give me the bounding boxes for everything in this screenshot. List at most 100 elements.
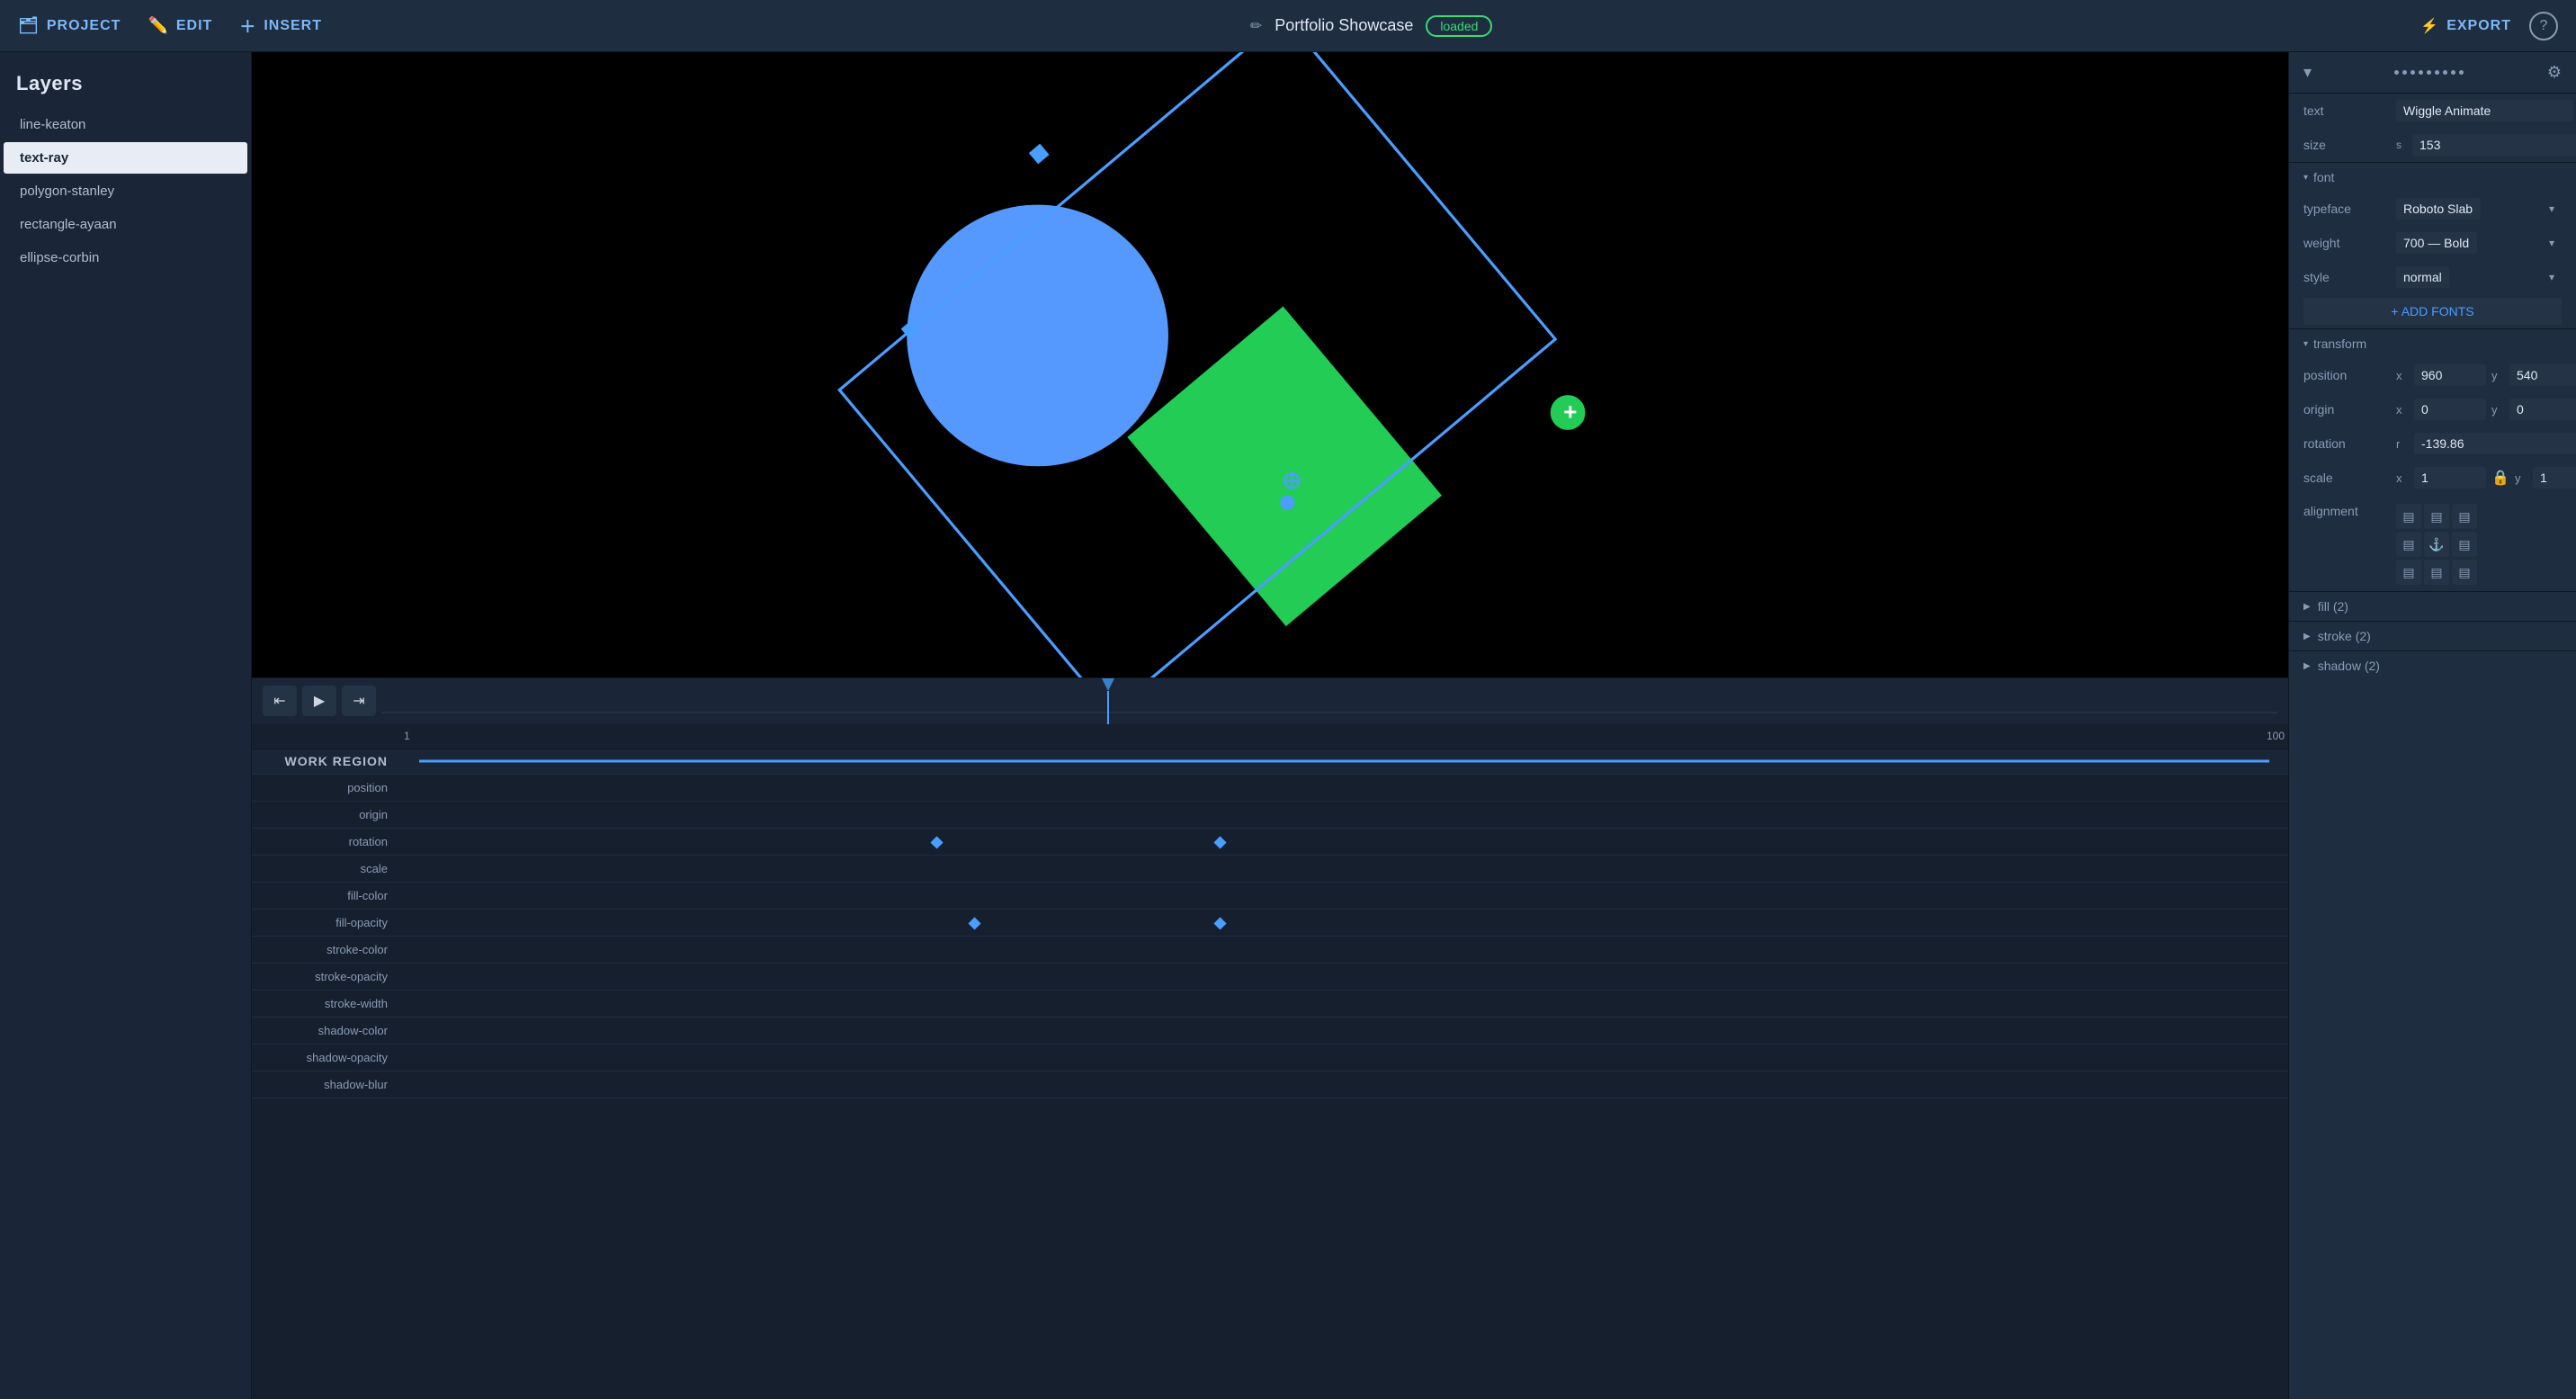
scale-y-input[interactable] [2533, 467, 2576, 489]
canvas-viewport[interactable]: + [252, 52, 2288, 677]
lock-icon[interactable]: 🔒 [2491, 469, 2509, 487]
align-mc-button[interactable]: ⚓ [2424, 532, 2449, 557]
origin-label: origin [2303, 402, 2389, 417]
tl-track-shadow-color[interactable] [400, 1018, 2288, 1044]
text-label: text [2303, 103, 2389, 118]
stroke-chevron-icon: ▶ [2303, 632, 2311, 641]
position-x-label: x [2396, 369, 2409, 382]
align-tr-button[interactable]: ▤ [2452, 504, 2477, 529]
shadow-section-row[interactable]: ▶ shadow (2) [2289, 650, 2576, 680]
align-ml-button[interactable]: ▤ [2396, 532, 2421, 557]
typeface-select[interactable]: Roboto Slab [2396, 198, 2481, 220]
tl-label-shadow-blur: shadow-blur [252, 1078, 400, 1091]
layer-item-text-ray[interactable]: text-ray [4, 142, 247, 174]
timeline-row-fill-opacity: fill-opacity [252, 910, 2288, 937]
weight-select[interactable]: 700 — Bold [2396, 232, 2477, 254]
timeline-row-shadow-opacity: shadow-opacity [252, 1045, 2288, 1072]
align-bc-button[interactable]: ▤ [2424, 560, 2449, 585]
alignment-bottom-row: ▤ ▤ ▤ [2396, 560, 2477, 585]
project-button[interactable]: 🗂 PROJECT [18, 16, 121, 35]
layer-item-line-keaton[interactable]: line-keaton [4, 109, 247, 140]
keyframe-fill-opacity-1[interactable] [968, 917, 980, 929]
tl-label-shadow-color: shadow-color [252, 1024, 400, 1037]
stroke-section-row[interactable]: ▶ stroke (2) [2289, 621, 2576, 650]
tl-track-stroke-opacity[interactable] [400, 964, 2288, 990]
tl-label-fill-color: fill-color [252, 889, 400, 902]
chevron-down-icon[interactable]: ▾ [2303, 63, 2312, 82]
fill-section-row[interactable]: ▶ fill (2) [2289, 591, 2576, 621]
origin-y-input[interactable] [2509, 399, 2576, 420]
transform-section-header[interactable]: ▾ transform [2289, 328, 2576, 358]
origin-x-label: x [2396, 403, 2409, 417]
topbar-right-actions: ⚡ EXPORT ? [2420, 12, 2558, 40]
tl-track-stroke-width[interactable] [400, 991, 2288, 1017]
topbar-center: ✏ Portfolio Showcase loaded [349, 15, 2393, 37]
help-button[interactable]: ? [2529, 12, 2558, 40]
export-button[interactable]: ⚡ EXPORT [2420, 17, 2511, 35]
play-button[interactable]: ▶ [302, 686, 336, 716]
keyframe-rotation-1[interactable] [930, 836, 943, 848]
tl-track-rotation[interactable] [400, 829, 2288, 855]
timeline-row-stroke-color: stroke-color [252, 937, 2288, 964]
rotation-property-row: rotation r [2289, 426, 2576, 461]
tl-track-fill-color[interactable] [400, 883, 2288, 909]
layer-item-polygon-stanley[interactable]: polygon-stanley [4, 175, 247, 207]
tl-track-origin[interactable] [400, 802, 2288, 828]
style-label: style [2303, 270, 2389, 284]
insert-button[interactable]: ＋ INSERT [239, 14, 322, 38]
gear-icon[interactable]: ⚙ [2547, 63, 2562, 82]
weight-label: weight [2303, 236, 2389, 250]
size-label: size [2303, 138, 2389, 152]
insert-label: INSERT [264, 18, 322, 34]
edit-button[interactable]: ✏️ EDIT [148, 16, 212, 35]
scale-label: scale [2303, 471, 2389, 485]
tl-track-scale[interactable] [400, 856, 2288, 882]
timeline-row-stroke-width: stroke-width [252, 991, 2288, 1018]
edit-label: EDIT [176, 18, 212, 34]
text-property-row: text [2289, 94, 2576, 128]
shadow-chevron-icon: ▶ [2303, 661, 2311, 671]
tl-track-position[interactable] [400, 775, 2288, 801]
tl-track-stroke-color[interactable] [400, 937, 2288, 963]
font-chevron-icon: ▾ [2303, 173, 2308, 183]
canvas-area: + ⇤ ▶ ⇥ [252, 52, 2288, 1399]
align-bl-button[interactable]: ▤ [2396, 560, 2421, 585]
tl-track-shadow-blur[interactable] [400, 1072, 2288, 1098]
alignment-label: alignment [2303, 504, 2389, 518]
origin-x-input[interactable] [2414, 399, 2486, 420]
right-panel: ▾ ⚙ text size s [2288, 52, 2576, 1399]
timeline-body: position origin rotation scale [252, 775, 2288, 1399]
style-select[interactable]: normal [2396, 266, 2449, 288]
align-mr-button[interactable]: ▤ [2452, 532, 2477, 557]
forward-frame-button[interactable]: ⇥ [342, 686, 376, 716]
timeline-row-scale: scale [252, 856, 2288, 883]
timeline-row-origin: origin [252, 802, 2288, 829]
layer-item-rectangle-ayaan[interactable]: rectangle-ayaan [4, 209, 247, 240]
keyframe-rotation-2[interactable] [1213, 836, 1226, 848]
position-y-input[interactable] [2509, 364, 2576, 386]
position-x-input[interactable] [2414, 364, 2486, 386]
scale-x-input[interactable] [2414, 467, 2486, 489]
align-tl-button[interactable]: ▤ [2396, 504, 2421, 529]
layers-panel: Layers line-keaton text-ray polygon-stan… [0, 52, 252, 1399]
tl-track-fill-opacity[interactable] [400, 910, 2288, 936]
rotation-r-input[interactable] [2414, 433, 2576, 454]
work-region-track[interactable] [400, 749, 2288, 774]
work-region-bar [419, 760, 2269, 763]
font-section-header[interactable]: ▾ font [2289, 162, 2576, 192]
style-property-row: style normal [2289, 260, 2576, 294]
keyframe-fill-opacity-2[interactable] [1213, 917, 1226, 929]
align-tc-button[interactable]: ▤ [2424, 504, 2449, 529]
tl-track-shadow-opacity[interactable] [400, 1045, 2288, 1071]
text-input[interactable] [2396, 100, 2573, 121]
size-input[interactable] [2412, 134, 2576, 156]
transform-chevron-icon: ▾ [2303, 339, 2308, 349]
timeline-row-stroke-opacity: stroke-opacity [252, 964, 2288, 991]
back-frame-button[interactable]: ⇤ [263, 686, 297, 716]
align-br-button[interactable]: ▤ [2452, 560, 2477, 585]
timeline-row-shadow-color: shadow-color [252, 1018, 2288, 1045]
canvas-svg: + [252, 52, 2288, 677]
ruler-area[interactable] [381, 678, 2277, 724]
layer-item-ellipse-corbin[interactable]: ellipse-corbin [4, 242, 247, 274]
add-fonts-button[interactable]: + ADD FONTS [2303, 298, 2562, 325]
